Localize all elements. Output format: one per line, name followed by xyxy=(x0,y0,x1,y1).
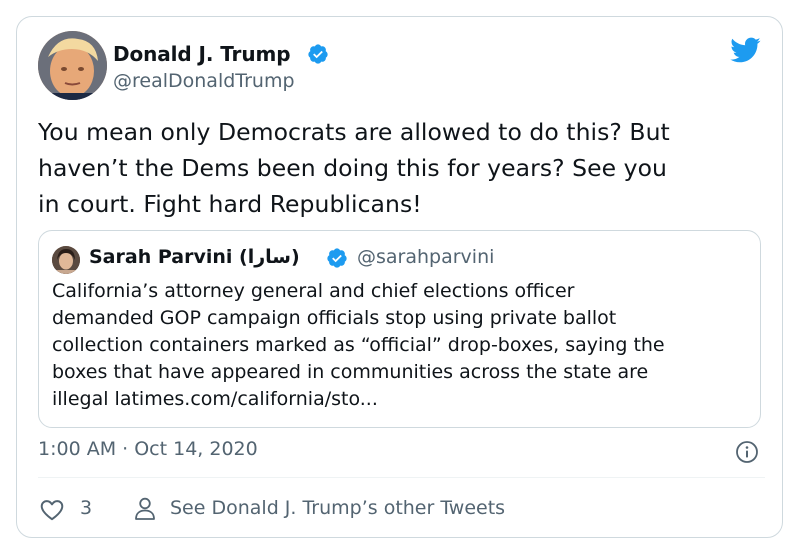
tweet-text: You mean only Democrats are allowed to d… xyxy=(38,114,768,222)
quoted-tweet[interactable]: Sarah Parvini (سارا) @sarahparvini Calif… xyxy=(38,230,761,428)
tweet-text-line: You mean only Democrats are allowed to d… xyxy=(38,118,670,146)
quoted-author-handle[interactable]: @sarahparvini xyxy=(357,246,494,268)
tweet-text-line: in court. Fight hard Republicans! xyxy=(38,190,422,218)
quoted-author-name[interactable]: Sarah Parvini (سارا) xyxy=(89,246,300,268)
quoted-avatar-portrait xyxy=(52,246,80,274)
quoted-author-avatar[interactable] xyxy=(52,246,80,274)
verified-badge-icon xyxy=(327,248,347,268)
quoted-text-line: California’s attorney general and chief … xyxy=(52,280,575,302)
person-icon[interactable] xyxy=(133,496,157,522)
like-count[interactable]: 3 xyxy=(80,497,92,519)
author-name[interactable]: Donald J. Trump xyxy=(113,42,291,66)
embedded-tweet-card: Donald J. Trump @realDonaldTrump You mea… xyxy=(16,16,783,538)
quoted-text-line: collection containers marked as “officia… xyxy=(52,334,665,356)
quoted-text-line: illegal latimes.com/california/sto... xyxy=(52,388,378,410)
avatar-portrait xyxy=(38,31,107,100)
info-icon[interactable] xyxy=(735,440,759,464)
quoted-text-line: boxes that have appeared in communities … xyxy=(52,361,649,383)
verified-badge-icon xyxy=(308,44,328,64)
divider xyxy=(38,477,765,478)
author-handle[interactable]: @realDonaldTrump xyxy=(113,70,295,92)
author-avatar[interactable] xyxy=(38,31,107,100)
tweet-timestamp[interactable]: 1:00 AM · Oct 14, 2020 xyxy=(38,438,258,460)
quoted-text-line: demanded GOP campaign officials stop usi… xyxy=(52,307,617,329)
tweet-text-line: haven’t the Dems been doing this for yea… xyxy=(38,154,667,182)
twitter-bird-icon[interactable] xyxy=(729,34,761,66)
heart-icon[interactable] xyxy=(39,497,65,523)
quoted-tweet-text: California’s attorney general and chief … xyxy=(52,278,752,413)
see-other-tweets-link[interactable]: See Donald J. Trump’s other Tweets xyxy=(170,497,505,519)
